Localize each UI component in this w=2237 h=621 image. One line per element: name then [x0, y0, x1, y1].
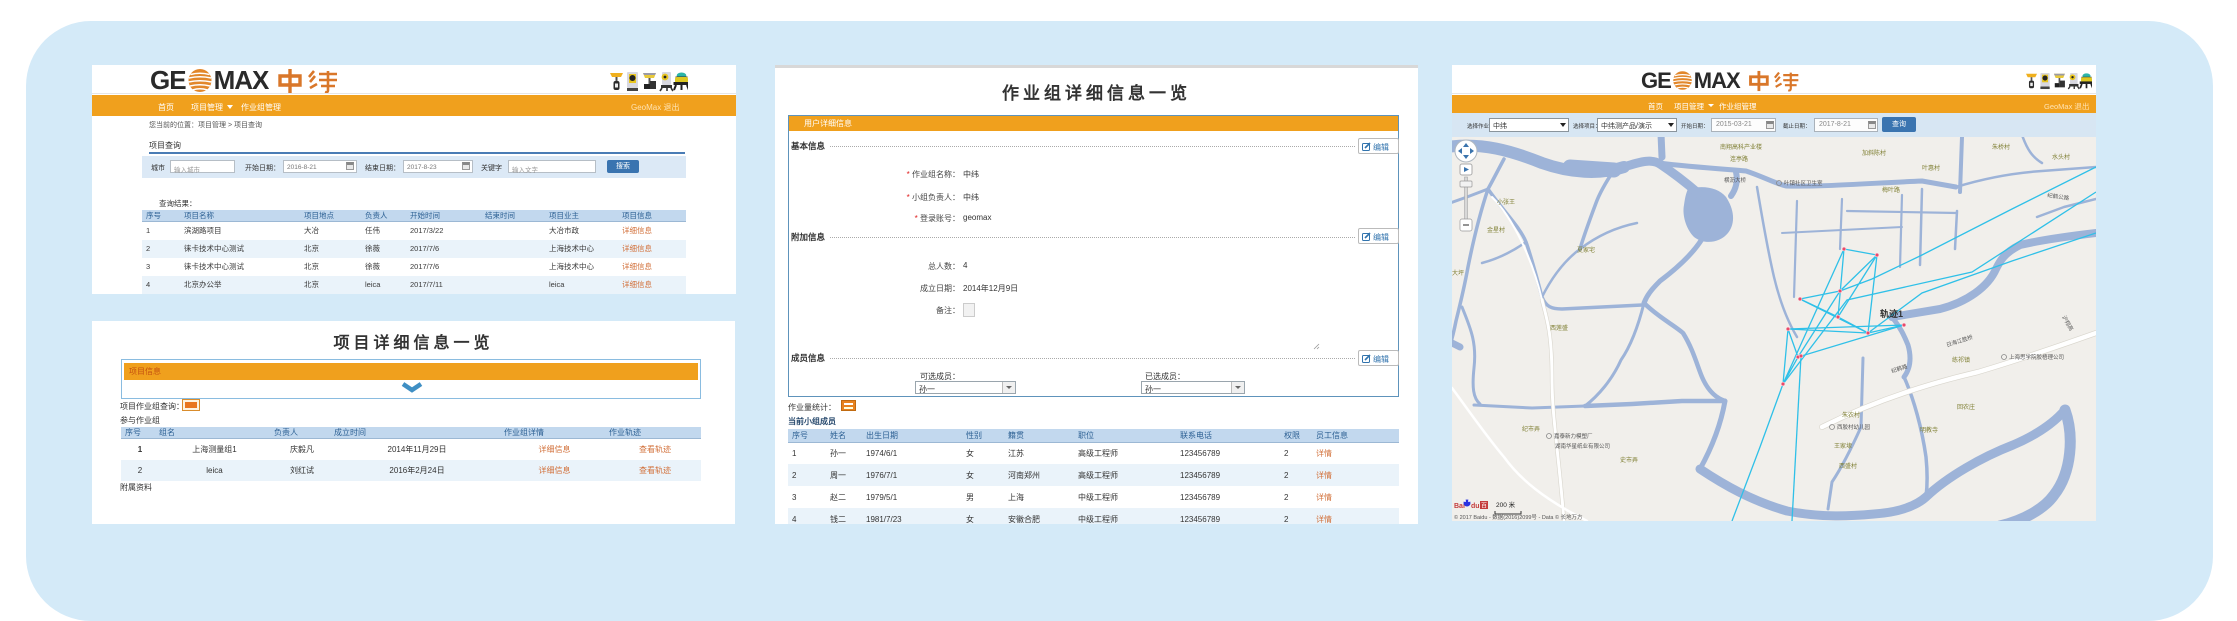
svg-text:连亭路: 连亭路	[1730, 155, 1748, 163]
svg-text:© 2017 Baidu - 数据(2016)2099号 -: © 2017 Baidu - 数据(2016)2099号 - Data © 长地…	[1454, 513, 1583, 521]
svg-text:朱桥村: 朱桥村	[1992, 143, 2010, 151]
svg-text:西胶村幼儿园: 西胶村幼儿园	[1837, 423, 1871, 431]
svg-text:史市弄: 史市弄	[1620, 456, 1638, 464]
svg-text:纪市弄: 纪市弄	[1522, 425, 1540, 433]
svg-text:上海思学院胶梧理公司: 上海思学院胶梧理公司	[2009, 353, 2064, 361]
svg-text:叶惠村: 叶惠村	[1922, 164, 1940, 172]
svg-text:轨迹1: 轨迹1	[1880, 308, 1903, 319]
svg-text:南翔高科产业楼: 南翔高科产业楼	[1720, 143, 1762, 151]
svg-text:嘉泰新力模塑厂: 嘉泰新力模塑厂	[1554, 432, 1593, 440]
svg-text:朱农村: 朱农村	[1842, 411, 1860, 419]
svg-text:练祁镇: 练祁镇	[1952, 356, 1970, 364]
svg-text:王家埭: 王家埭	[1834, 442, 1852, 450]
svg-text:回农庄: 回农庄	[1957, 403, 1975, 411]
svg-text:西莲盛: 西莲盛	[1550, 324, 1568, 332]
svg-text:梅叶路: 梅叶路	[1882, 186, 1900, 194]
svg-text:叶镇社区卫生室: 叶镇社区卫生室	[1784, 179, 1823, 187]
svg-text:du: du	[1471, 503, 1480, 510]
svg-text:西盛村: 西盛村	[1839, 462, 1857, 470]
svg-text:夏家宅: 夏家宅	[1577, 246, 1595, 254]
svg-text:200 米: 200 米	[1496, 500, 1516, 509]
svg-text:横沥大桥: 横沥大桥	[1724, 176, 1747, 184]
svg-text:大坪: 大坪	[1452, 269, 1464, 277]
svg-text:金星村: 金星村	[1487, 226, 1505, 234]
svg-text:水头村: 水头村	[2052, 153, 2070, 161]
svg-text:Bai: Bai	[1454, 503, 1465, 510]
svg-text:明教寺: 明教寺	[1920, 426, 1938, 434]
svg-text:加斜陈村: 加斜陈村	[1862, 149, 1886, 157]
svg-text:小张王: 小张王	[1497, 198, 1515, 206]
svg-text:百: 百	[1481, 503, 1487, 510]
svg-text:湖南华星纸业有限公司: 湖南华星纸业有限公司	[1555, 442, 1610, 450]
